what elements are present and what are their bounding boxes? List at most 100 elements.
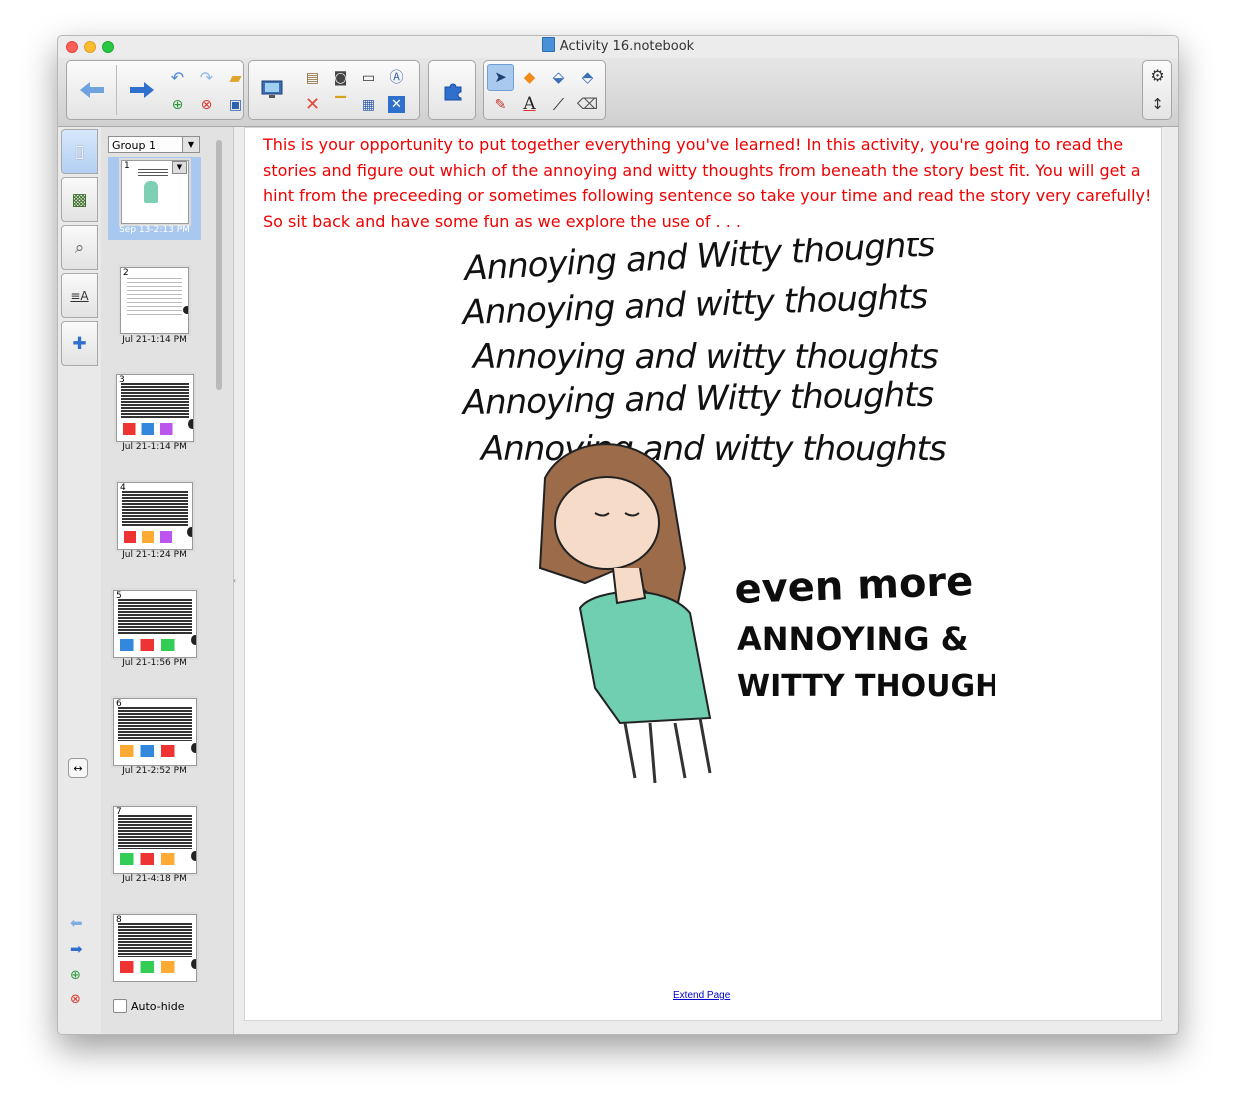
girl-neck (612, 567, 647, 605)
pen-tool-button[interactable]: ✎ (487, 91, 514, 118)
thumbnail-dot (191, 851, 196, 861)
close-button[interactable]: ✕ (383, 91, 410, 118)
next-page-button[interactable] (119, 61, 165, 119)
back-arrow-small-icon: ⬅ (70, 914, 83, 932)
forward-arrow-small-icon: ➡ (70, 940, 83, 958)
page-thumbnail-1[interactable]: 1 ▼ Sep 13-2:13 PM (108, 157, 201, 240)
page-sorter-tab[interactable]: ▯ (61, 129, 98, 174)
save-button[interactable]: ▣ (222, 91, 249, 118)
page-thumbnail-2[interactable]: 2 Jul 21-1:14 PM (108, 265, 201, 345)
thumbnail-image: 8 (113, 914, 197, 982)
thumbnail-text (127, 278, 182, 318)
magic-pen-button[interactable]: ⬙ (545, 64, 572, 91)
delete-page-button[interactable]: ⊗ (193, 91, 220, 118)
attachments-tab[interactable]: ⌕ (61, 225, 98, 270)
sidebar-next-page-button[interactable]: ➡ (70, 942, 83, 957)
settings-button[interactable]: ⚙ (1144, 62, 1171, 89)
page-date: Jul 21-1:24 PM (122, 550, 187, 560)
sidebar-delete-page-button[interactable]: ⊗ (70, 991, 81, 1006)
minimize-window-button[interactable] (84, 41, 96, 53)
page-thumbnail-6[interactable]: 6 Jul 21-2:52 PM (108, 696, 201, 776)
clipboard-icon: ▤ (305, 69, 320, 86)
addons-button[interactable] (430, 61, 476, 119)
fill-tool-button[interactable]: ⬘ (574, 64, 601, 91)
paste-button[interactable]: ▤ (299, 64, 326, 91)
page-thumbnail-4[interactable]: 4 Jul 21-1:24 PM (108, 480, 201, 560)
page-number: 2 (123, 268, 129, 278)
delete-icon: ✕ (304, 93, 321, 115)
thumbnail-dot (188, 419, 193, 429)
close-window-button[interactable] (66, 41, 78, 53)
app-window: Activity 16.notebook ↶ ↷ ▰ ⊕ ⊗ ▣ ▤ ◙ ▭ Ⓐ… (57, 35, 1179, 1035)
thumbnail-image: 6 (113, 698, 197, 766)
nav-group: ↶ ↷ ▰ ⊕ ⊗ ▣ (66, 60, 244, 120)
screen-capture-button[interactable]: ◙ (327, 64, 354, 91)
properties-icon: ≡A (70, 288, 89, 303)
thumbnail-dot (191, 959, 196, 969)
insert-image-button[interactable]: ▭ (355, 64, 382, 91)
spelling-button[interactable]: Ⓐ (383, 64, 410, 91)
sorter-resize-handle[interactable]: ‹ (233, 576, 241, 592)
page-thumbnail-7[interactable]: 7 Jul 21-4:18 PM (108, 804, 201, 884)
sidebar-previous-page-button[interactable]: ⬅ (70, 916, 83, 931)
whiteboard-page[interactable]: This is your opportunity to put together… (244, 127, 1162, 1021)
heading-line-4: Annoying and Witty thoughts (460, 375, 933, 423)
window-title: Activity 16.notebook (559, 39, 695, 54)
properties-tab[interactable]: ≡A (61, 273, 98, 318)
thumbnail-colored-lines (124, 531, 184, 543)
screen-button[interactable]: ▔ (327, 91, 354, 118)
thumbnail-text (118, 923, 192, 957)
chevron-down-icon: ▼ (182, 137, 199, 152)
zoom-window-button[interactable] (102, 41, 114, 53)
gallery-image-icon: ▩ (71, 189, 88, 210)
settings-group: ⚙ ↕ (1142, 60, 1172, 120)
heading-line-3: Annoying and witty thoughts (471, 337, 938, 377)
select-tool-button[interactable]: ➤ (487, 64, 514, 91)
thumbnail-text (122, 491, 188, 527)
girl-face (554, 476, 660, 570)
page-thumbnail-3[interactable]: 3 Jul 21-1:14 PM (108, 372, 201, 452)
addons-tab[interactable]: ✚ (61, 321, 98, 366)
group-select[interactable]: Group 1 ▼ (108, 136, 200, 153)
move-sidebar-button[interactable]: ↔ (68, 758, 88, 778)
insert-table-button[interactable]: ▦ (355, 91, 382, 118)
page-sorter: Group 1 ▼ 1 ▼ Sep 13-2:13 PM 2 Jul 21-1:… (101, 127, 234, 1034)
page-date: Jul 21-1:14 PM (122, 335, 187, 345)
thumbnail-dot (187, 527, 192, 537)
delete-page-icon: ⊗ (200, 96, 213, 113)
thumbnail-dot (191, 743, 196, 753)
page-thumbnail-5[interactable]: 5 Jul 21-1:56 PM (108, 588, 201, 668)
screen-shade-button[interactable] (251, 61, 293, 119)
projector-screen-icon: ▔ (335, 96, 346, 113)
thumbnail-image: 3 (116, 374, 194, 442)
gallery-tab[interactable]: ▩ (61, 177, 98, 222)
sidebar-add-page-button[interactable]: ⊕ (70, 967, 81, 982)
pointer-icon: ➤ (494, 68, 507, 86)
previous-page-button[interactable] (69, 61, 115, 119)
autohide-option[interactable]: Auto-hide (113, 999, 185, 1013)
toolbar-position-button[interactable]: ↕ (1144, 91, 1171, 118)
thumbnail-text (118, 707, 192, 741)
page-icon: ▯ (74, 141, 85, 162)
eraser-tool-button[interactable]: ⌫ (574, 91, 601, 118)
thumbnail-colored-lines (123, 423, 185, 435)
page-menu-chevron-icon[interactable]: ▼ (172, 161, 187, 174)
redo-button[interactable]: ↷ (193, 64, 220, 91)
autohide-checkbox[interactable] (113, 999, 127, 1013)
girl-body (578, 590, 712, 725)
undo-button[interactable]: ↶ (164, 64, 191, 91)
shapes-tool-button[interactable]: ◆ (516, 64, 543, 91)
monitor-icon (261, 80, 283, 98)
page-thumbnail-list: 1 ▼ Sep 13-2:13 PM 2 Jul 21-1:14 PM 3 Ju… (101, 157, 217, 982)
thumbnail-colored-lines (120, 853, 188, 865)
line-tool-button[interactable]: ⟋ (545, 91, 572, 118)
fill-bucket-icon: ⬘ (581, 68, 594, 86)
page-thumbnail-8[interactable]: 8 (108, 912, 201, 982)
extend-page-link[interactable]: Extend Page (673, 990, 730, 1001)
open-file-button[interactable]: ▰ (222, 64, 249, 91)
puzzle-tab-icon: ✚ (72, 333, 87, 354)
add-page-button[interactable]: ⊕ (164, 91, 191, 118)
text-tool-button[interactable]: A (516, 91, 543, 118)
thumbnail-image: 2 (120, 267, 189, 334)
delete-button[interactable]: ✕ (299, 91, 326, 118)
